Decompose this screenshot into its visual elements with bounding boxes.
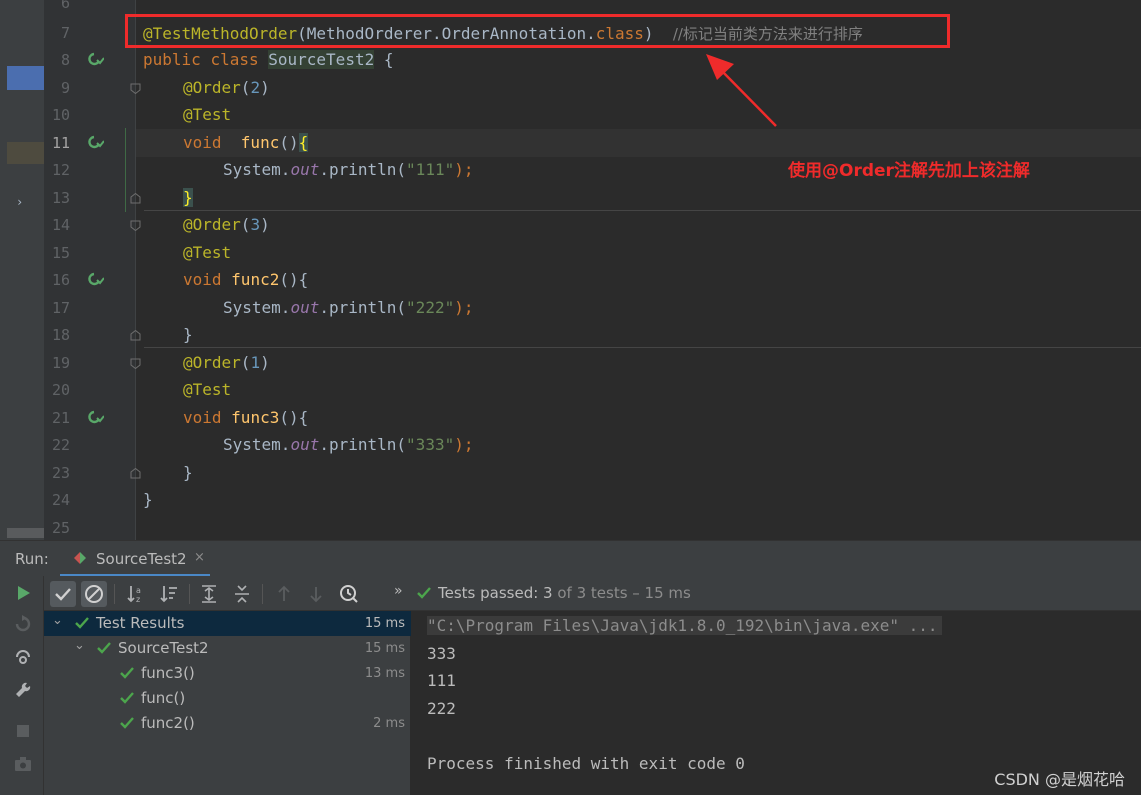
tree-label: Test Results (96, 614, 185, 632)
tree-duration: 15 ms (364, 641, 405, 656)
next-failed-button[interactable] (303, 581, 329, 607)
tree-duration: 2 ms (373, 716, 405, 731)
tree-label: SourceTest2 (118, 639, 209, 657)
tests-status: Tests passed: 3 of 3 tests – 15 ms (438, 584, 691, 602)
callout-arrow-icon (706, 54, 777, 127)
check-icon (97, 642, 111, 654)
console-line: Process finished with exit code 0 (427, 754, 745, 773)
check-icon (120, 692, 134, 704)
console-line: 111 (427, 671, 456, 690)
test-class-icon (74, 552, 86, 564)
arrow-down-icon (310, 587, 322, 603)
previous-failed-button[interactable] (271, 581, 297, 607)
callout-text: 使用@Order注解先加上该注解 (788, 161, 1030, 181)
show-ignored-button[interactable] (81, 581, 107, 607)
run-sidebar (0, 576, 44, 795)
svg-text:a: a (136, 586, 141, 595)
tree-duration: 13 ms (364, 666, 405, 681)
sort-by-duration-button[interactable] (156, 581, 182, 607)
ignored-icon (85, 585, 103, 603)
show-passed-button[interactable] (50, 581, 76, 607)
tree-label: func() (141, 689, 186, 707)
console-command[interactable]: "C:\Program Files\Java\jdk1.8.0_192\bin\… (427, 616, 942, 635)
tree-duration: 15 ms (364, 616, 405, 631)
arrow-up-icon (278, 585, 290, 601)
more-chevron-icon[interactable]: » (394, 583, 403, 599)
expand-all-icon (202, 585, 216, 603)
rerun-icon[interactable] (13, 583, 33, 603)
stop-icon[interactable] (13, 721, 33, 741)
console-command-line[interactable]: "C:\Program Files\Java\jdk1.8.0_192\bin\… (427, 616, 942, 635)
console-line: 222 (427, 699, 456, 718)
rerun-failed-icon[interactable] (13, 614, 33, 634)
expand-all-button[interactable] (196, 581, 222, 607)
toolbar-separator (114, 584, 115, 604)
camera-icon[interactable] (13, 754, 33, 774)
status-prefix: Tests passed: (438, 584, 544, 602)
watermark: CSDN @是烟花哈 (994, 770, 1125, 789)
test-results-tree: ⌄ Test Results 15 ms ⌄ SourceTest2 15 ms… (44, 611, 411, 795)
tree-label: func2() (141, 714, 195, 732)
chevron-down-icon[interactable]: ⌄ (74, 638, 85, 653)
tab-label: SourceTest2 (96, 550, 187, 568)
tree-label: func3() (141, 664, 195, 682)
status-suffix: of 3 tests – 15 ms (552, 584, 691, 602)
collapse-all-button[interactable] (229, 581, 255, 607)
history-icon (340, 585, 358, 603)
sort-duration-icon (160, 586, 177, 603)
svg-text:z: z (136, 595, 140, 604)
chevron-down-icon[interactable]: ⌄ (52, 613, 63, 628)
check-icon (120, 667, 134, 679)
toolbar-separator (262, 584, 263, 604)
run-panel-header: Run: SourceTest2 × (0, 540, 1141, 577)
tab-sourcetest2[interactable]: SourceTest2 × (60, 541, 210, 577)
tests-passed-check-icon (417, 587, 431, 599)
tree-row-func3[interactable]: func3() 13 ms (44, 661, 411, 686)
tree-row-func2[interactable]: func2() 2 ms (44, 711, 411, 736)
check-icon (55, 588, 71, 601)
close-icon[interactable]: × (194, 550, 205, 565)
test-history-button[interactable] (336, 581, 362, 607)
tree-row-sourcetest2[interactable]: ⌄ SourceTest2 15 ms (44, 636, 411, 661)
check-icon (75, 617, 89, 629)
check-icon (120, 717, 134, 729)
wrench-icon[interactable] (13, 680, 33, 700)
console-line: 333 (427, 644, 456, 663)
collapse-all-icon (235, 585, 249, 603)
toolbar-separator (189, 584, 190, 604)
tree-row-test-results[interactable]: ⌄ Test Results 15 ms (44, 611, 411, 636)
status-count: 3 (543, 584, 553, 602)
sort-alphabetically-button[interactable]: az (123, 581, 149, 607)
run-label: Run: (15, 550, 49, 568)
sort-az-icon: az (127, 586, 141, 604)
tree-row-func[interactable]: func() (44, 686, 411, 711)
test-toolbar: az » Tests passed: 3 of 3 tests – 15 ms (44, 576, 1141, 611)
toggle-auto-test-icon[interactable] (13, 647, 33, 667)
